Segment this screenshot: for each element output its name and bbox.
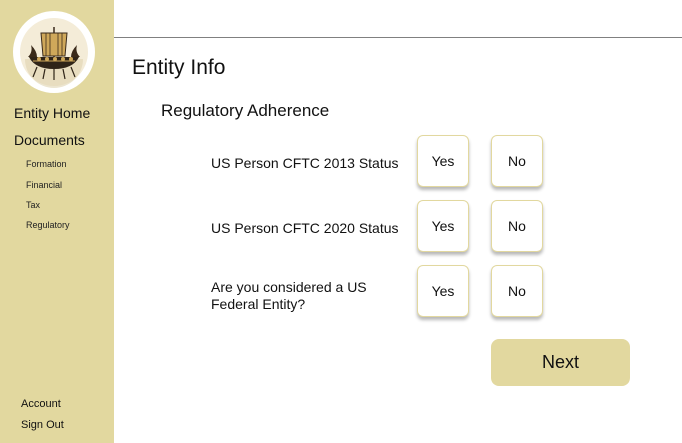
question-label-cftc-2020: US Person CFTC 2020 Status [211, 220, 399, 236]
question-label-cftc-2013: US Person CFTC 2013 Status [211, 155, 399, 171]
sidebar-item-sign-out[interactable]: Sign Out [21, 419, 64, 431]
question-label-federal-entity: Are you considered a US Federal Entity? [211, 279, 367, 312]
sidebar-item-tax[interactable]: Tax [26, 200, 40, 210]
sidebar-item-regulatory[interactable]: Regulatory [26, 220, 70, 230]
viking-ship-logo-graphic [20, 18, 88, 88]
sidebar-item-financial[interactable]: Financial [26, 180, 62, 190]
sidebar: Entity Home Documents Formation Financia… [0, 0, 114, 443]
sidebar-item-documents[interactable]: Documents [14, 132, 85, 148]
federal-entity-yes-button[interactable]: Yes [417, 265, 469, 317]
cftc-2013-no-button[interactable]: No [491, 135, 543, 187]
cftc-2020-yes-button[interactable]: Yes [417, 200, 469, 252]
section-title: Regulatory Adherence [161, 101, 330, 120]
next-button[interactable]: Next [491, 339, 630, 386]
viking-ship-logo-icon[interactable] [13, 11, 95, 93]
sidebar-item-formation[interactable]: Formation [26, 159, 67, 169]
header-divider [114, 37, 682, 38]
page-title: Entity Info [132, 56, 226, 79]
cftc-2020-no-button[interactable]: No [491, 200, 543, 252]
cftc-2013-yes-button[interactable]: Yes [417, 135, 469, 187]
sidebar-item-entity-home[interactable]: Entity Home [14, 105, 90, 121]
sidebar-item-account[interactable]: Account [21, 398, 61, 410]
federal-entity-no-button[interactable]: No [491, 265, 543, 317]
